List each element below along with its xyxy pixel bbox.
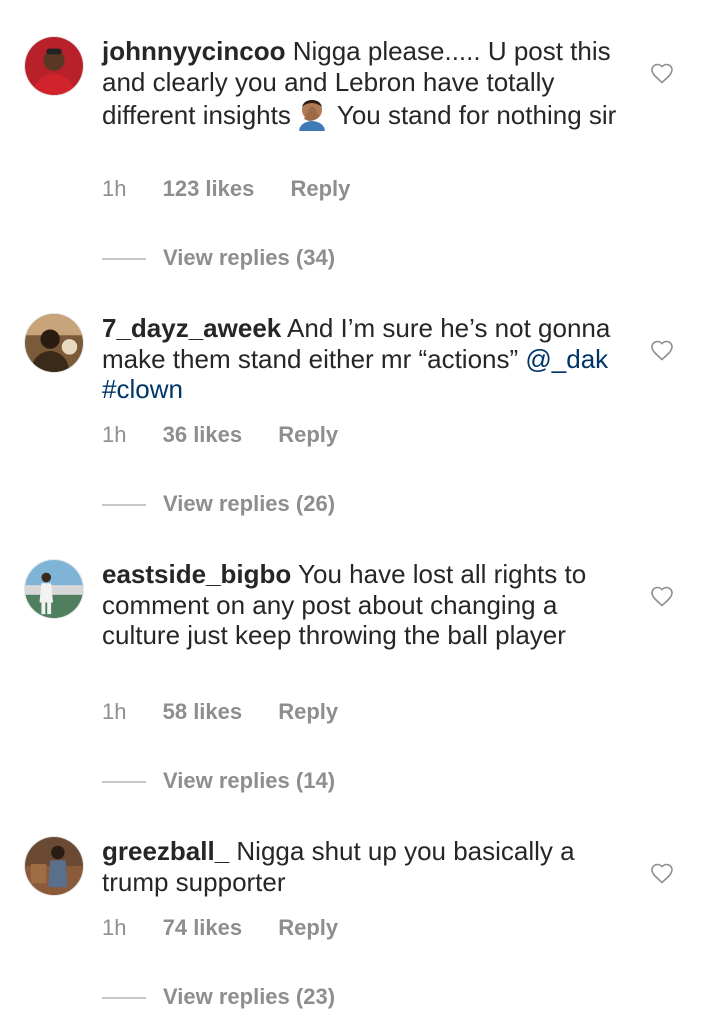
comment-meta: 1h 36 likes Reply: [102, 422, 338, 448]
heart-outline-icon[interactable]: [650, 62, 674, 84]
comment-time: 1h: [102, 699, 127, 724]
mention-link[interactable]: @_dak: [525, 344, 608, 374]
reply-button[interactable]: Reply: [290, 176, 350, 202]
comment-body-continued: You stand for nothing sir: [336, 100, 617, 130]
comment-meta: 1h 74 likes Reply: [102, 915, 338, 941]
avatar-image: [25, 837, 83, 895]
comment-text: eastside_bigbo You have lost all rights …: [102, 559, 622, 651]
comment-username[interactable]: greezball_: [102, 836, 229, 866]
reply-button[interactable]: Reply: [278, 422, 338, 448]
avatar[interactable]: [24, 559, 84, 619]
reply-button[interactable]: Reply: [278, 915, 338, 941]
comment-likes[interactable]: 58 likes: [163, 699, 243, 725]
avatar[interactable]: [24, 36, 84, 96]
comment-likes[interactable]: 123 likes: [163, 176, 255, 202]
comment-time: 1h: [102, 422, 127, 447]
comment-meta: 1h 123 likes Reply: [102, 176, 350, 202]
comment-likes[interactable]: 74 likes: [163, 915, 243, 941]
avatar-image: [25, 37, 83, 95]
view-replies-label: View replies (23): [163, 984, 336, 1009]
comment-text: johnnyycincoo Nigga please..... U post t…: [102, 36, 622, 131]
avatar[interactable]: [24, 836, 84, 896]
view-replies-label: View replies (14): [163, 768, 336, 793]
comment-likes[interactable]: 36 likes: [163, 422, 243, 448]
avatar-image: [25, 560, 83, 618]
comment-username[interactable]: johnnyycincoo: [102, 36, 285, 66]
comments-list: johnnyycincoo Nigga please..... U post t…: [0, 0, 710, 1024]
comment-time: 1h: [102, 915, 127, 940]
comment-meta: 1h 58 likes Reply: [102, 699, 338, 725]
divider-line: [102, 504, 146, 506]
heart-outline-icon[interactable]: [650, 585, 674, 607]
divider-line: [102, 258, 146, 260]
comment-text: 7_dayz_aweek And I’m sure he’s not gonna…: [102, 313, 622, 405]
view-replies-label: View replies (26): [163, 491, 336, 516]
view-replies-label: View replies (34): [163, 245, 336, 270]
heart-outline-icon[interactable]: [650, 339, 674, 361]
comment-username[interactable]: 7_dayz_aweek: [102, 313, 281, 343]
divider-line: [102, 781, 146, 783]
avatar-image: [25, 314, 83, 372]
comment-username[interactable]: eastside_bigbo: [102, 559, 291, 589]
divider-line: [102, 997, 146, 999]
hashtag-link[interactable]: #clown: [102, 374, 183, 404]
reply-button[interactable]: Reply: [278, 699, 338, 725]
face-palm-emoji: [298, 100, 325, 131]
avatar[interactable]: [24, 313, 84, 373]
comment-time: 1h: [102, 176, 127, 201]
comment-text: greezball_ Nigga shut up you basically a…: [102, 836, 622, 897]
heart-outline-icon[interactable]: [650, 862, 674, 884]
